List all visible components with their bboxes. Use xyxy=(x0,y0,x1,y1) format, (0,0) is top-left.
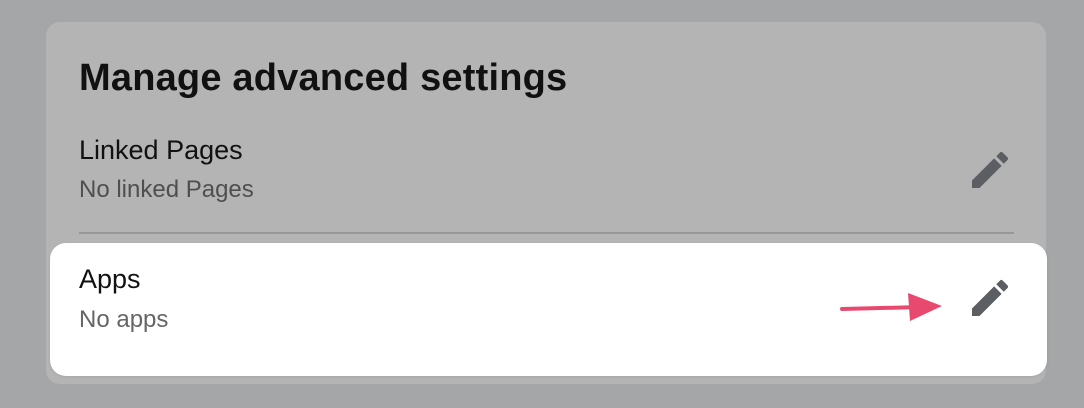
linked-pages-status: No linked Pages xyxy=(79,176,254,203)
apps-status: No apps xyxy=(79,306,169,333)
row-divider xyxy=(79,232,1014,234)
pencil-icon xyxy=(972,279,1009,316)
edit-apps-button[interactable] xyxy=(962,270,1018,326)
section-title: Manage advanced settings xyxy=(79,57,568,99)
pencil-icon xyxy=(972,151,1009,188)
annotation-arrow-icon xyxy=(840,293,942,321)
linked-pages-label: Linked Pages xyxy=(79,135,243,165)
apps-label: Apps xyxy=(79,264,141,294)
edit-linked-pages-button[interactable] xyxy=(962,142,1018,198)
